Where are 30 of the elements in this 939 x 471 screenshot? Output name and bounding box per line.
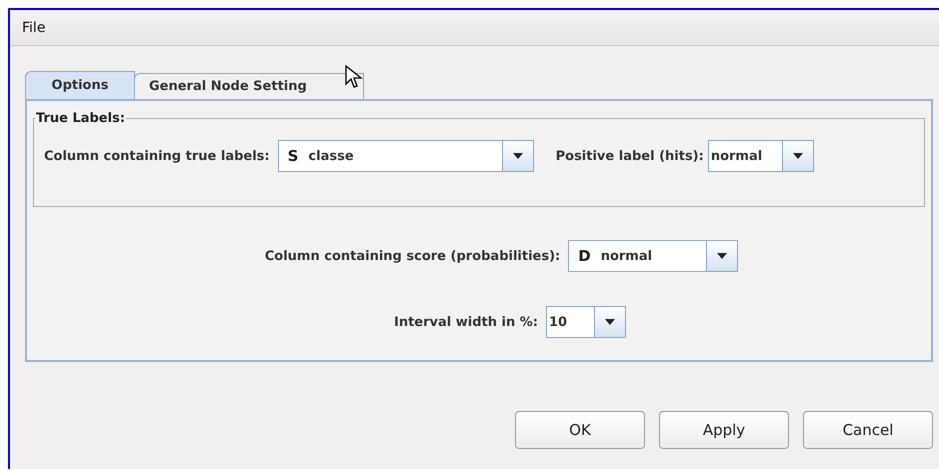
selected-value: 10 <box>548 314 568 330</box>
selected-value: normal <box>710 148 764 164</box>
selected-value: normal <box>600 248 654 264</box>
interval-dropdown[interactable]: 10 <box>546 306 626 338</box>
field-label: Column containing true labels: <box>44 148 270 164</box>
label-dropdown[interactable]: normal <box>708 140 814 172</box>
field-label: Positive label (hits): <box>556 148 704 164</box>
tab[interactable]: General Node Setting <box>134 73 364 99</box>
dialog-button[interactable]: OK <box>515 411 645 449</box>
caret-icon <box>717 253 728 259</box>
field-label: Column containing score (probabilities): <box>264 248 560 264</box>
dropdown-arrow-button[interactable] <box>706 241 738 271</box>
menu-item[interactable]: File <box>22 20 46 36</box>
caret-icon <box>605 319 615 325</box>
dropdown-arrow-button[interactable] <box>502 141 533 171</box>
type-letter: S <box>288 147 298 165</box>
caret-icon <box>792 153 803 159</box>
group-title: True Labels: <box>35 111 126 126</box>
type-letter: D <box>578 247 591 265</box>
score-dropdown[interactable]: D normal <box>568 240 738 272</box>
tab[interactable]: Options <box>25 71 135 99</box>
field-label: Interval width in %: <box>394 314 538 330</box>
column-dropdown[interactable]: S classe <box>278 140 534 172</box>
dialog-button[interactable]: Cancel <box>803 411 933 449</box>
dropdown-arrow-button[interactable] <box>594 307 625 337</box>
mouse-pointer-icon <box>345 65 363 89</box>
caret-icon <box>512 153 523 159</box>
selected-value: classe <box>307 148 355 164</box>
dialog-button[interactable]: Apply <box>659 411 789 449</box>
dropdown-arrow-button[interactable] <box>782 141 813 171</box>
